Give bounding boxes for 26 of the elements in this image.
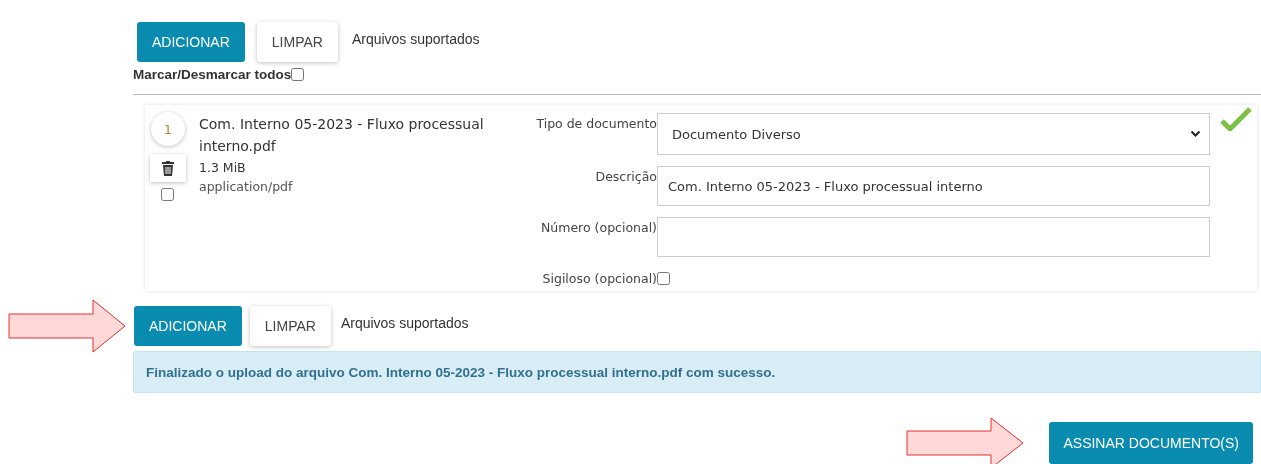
- select-all-label: Marcar/Desmarcar todos: [133, 67, 292, 82]
- file-number: 1: [151, 112, 185, 146]
- field-label: Sigiloso (opcional): [541, 270, 657, 288]
- trash-icon: [161, 160, 175, 176]
- field-label: Número (opcional): [540, 219, 657, 237]
- input-field[interactable]: Com. Interno 05-2023 - Fluxo processual interno: [657, 166, 1210, 206]
- sign-documents-button[interactable]: ASSINAR DOCUMENTO(S): [1049, 422, 1253, 464]
- field-label: Tipo de documento: [535, 115, 657, 133]
- field-label: Descrição: [594, 168, 657, 186]
- button[interactable]: ADICIONAR: [134, 306, 242, 346]
- supported-files-link[interactable]: Arquivos suportados: [340, 315, 469, 331]
- file-name: Com. Interno 05-2023 - Fluxo processual interno.pdf: [199, 115, 485, 156]
- button[interactable]: LIMPAR: [256, 22, 338, 62]
- supported-files-link[interactable]: Arquivos suportados: [351, 31, 480, 47]
- file-type: application/pdf: [199, 179, 294, 194]
- document-type-select[interactable]: Documento Diverso: [657, 113, 1210, 155]
- confidential-checkbox[interactable]: [657, 271, 670, 285]
- button[interactable]: LIMPAR: [249, 306, 331, 346]
- file-size: 1.3 MiB: [199, 160, 247, 175]
- input-field[interactable]: [657, 217, 1210, 257]
- success-alert: Finalizado o upload do arquivo Com. Interno 05-2023 - Fluxo processual interno.pdf com sucesso.: [133, 351, 1261, 393]
- chevron-icon: [1190, 130, 1201, 138]
- file-checkbox[interactable]: [160, 188, 174, 201]
- delete-button[interactable]: [150, 154, 186, 182]
- select-all-checkbox[interactable]: [291, 68, 305, 81]
- button[interactable]: ADICIONAR: [137, 22, 245, 62]
